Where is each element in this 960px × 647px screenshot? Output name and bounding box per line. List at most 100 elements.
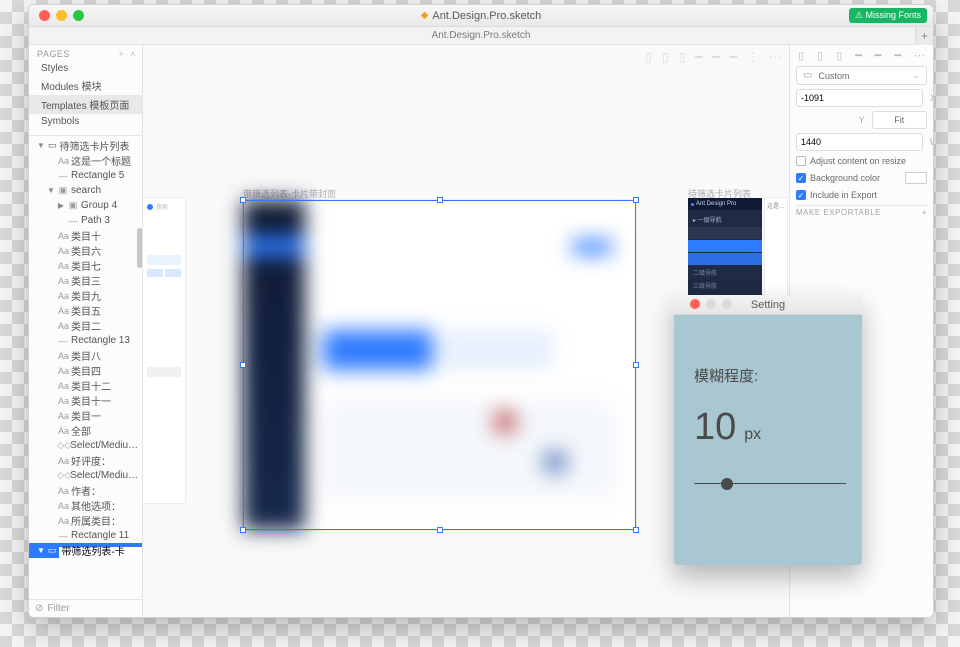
layer-label: Rectangle 5 [71, 170, 124, 181]
layer-row[interactable]: Aa类目二 [29, 318, 142, 333]
zoom-icon[interactable] [73, 10, 84, 21]
layer-row[interactable]: ▶▣Group 4 [29, 198, 142, 213]
layer-row[interactable]: ◇Select/Medium/… [29, 438, 142, 453]
layer-row[interactable]: Aa这是一个标题 [29, 153, 142, 168]
width-input[interactable] [796, 133, 923, 151]
align-bottom-icon[interactable]: ━ [730, 50, 737, 64]
layer-label: 其他选项： [71, 498, 121, 513]
layer-label: 所属类目： [71, 513, 121, 528]
align-right-icon[interactable]: ▯ [836, 49, 842, 62]
add-export-button[interactable]: + [922, 208, 927, 217]
layer-row[interactable]: ◇Select/Medium/… [29, 468, 142, 483]
layer-row[interactable]: ▼▣search [29, 183, 142, 198]
page-item[interactable]: Templates 模板页面 [29, 95, 142, 114]
checkbox-icon: ✓ [796, 173, 806, 183]
artboard-icon: ▭ [48, 140, 57, 151]
close-icon[interactable] [39, 10, 50, 21]
slider-knob[interactable] [721, 478, 733, 490]
background-color-checkbox[interactable]: ✓ Background color [796, 171, 927, 185]
resize-handle-bl[interactable] [240, 527, 246, 533]
layer-row[interactable]: Aa类目十 [29, 228, 142, 243]
align-top-icon[interactable]: ━ [695, 50, 702, 64]
page-item[interactable]: Modules 模块 [29, 76, 142, 95]
layer-row[interactable]: —Rectangle 11 [29, 528, 142, 543]
zoom-icon[interactable] [722, 299, 732, 309]
layer-row[interactable]: Aa好评度： [29, 453, 142, 468]
blur-value: 10 [694, 406, 736, 449]
layer-row[interactable]: Aa作者： [29, 483, 142, 498]
align-right-icon[interactable]: ▯ [679, 50, 686, 64]
layer-row[interactable]: Aa其他选项： [29, 498, 142, 513]
layer-label: 这是一个标题 [71, 153, 131, 168]
size-preset-select[interactable]: ▭ Custom ⌄ [796, 66, 927, 85]
layer-label: 好评度： [71, 453, 111, 468]
add-page-button[interactable]: + [118, 49, 124, 59]
layers-panel: ▼▭待筛选卡片列表Aa这是一个标题—Rectangle 5▼▣search▶▣G… [29, 138, 142, 599]
text-icon: Aa [58, 426, 68, 436]
disclosure-icon[interactable]: ▼ [47, 186, 55, 195]
layer-row[interactable]: Aa类目四 [29, 363, 142, 378]
distribute-v-icon[interactable]: ⋯ [769, 50, 781, 64]
resize-handle-br[interactable] [633, 527, 639, 533]
adjust-content-checkbox[interactable]: Adjust content on resize [796, 155, 927, 167]
layer-row[interactable]: Aa类目七 [29, 258, 142, 273]
layer-row[interactable]: Aa类目十二 [29, 378, 142, 393]
fit-button[interactable]: Fit [872, 111, 928, 129]
page-item[interactable]: Symbols [29, 114, 142, 129]
minimize-icon[interactable] [706, 299, 716, 309]
layer-row[interactable]: —Rectangle 5 [29, 168, 142, 183]
layer-row[interactable]: Aa所属类目： [29, 513, 142, 528]
align-left-icon[interactable]: ▯ [645, 50, 652, 64]
layer-row[interactable]: —Rectangle 13 [29, 333, 142, 348]
x-input[interactable] [796, 89, 923, 107]
layer-row[interactable]: Aa类目八 [29, 348, 142, 363]
align-hcenter-icon[interactable]: ▯ [817, 49, 823, 62]
artboard-thumb-left[interactable]: 搜索 [143, 198, 185, 503]
include-export-checkbox[interactable]: ✓ Include in Export [796, 189, 927, 201]
align-center-icon[interactable]: ▯ [662, 50, 669, 64]
artboard-label[interactable]: 带筛选列表-卡片带封面 [243, 187, 336, 200]
distribute-icon[interactable]: ⋯ [914, 49, 925, 62]
missing-fonts-badge[interactable]: ⚠ Missing Fonts [849, 8, 927, 23]
align-bottom-icon[interactable]: ━ [894, 49, 901, 62]
layer-row[interactable]: Aa类目十一 [29, 393, 142, 408]
resize-handle-tl[interactable] [240, 197, 246, 203]
layer-row[interactable]: Aa类目九 [29, 288, 142, 303]
layer-row[interactable]: —Path 3 [29, 213, 142, 228]
resize-handle-mr[interactable] [633, 362, 639, 368]
add-tab-button[interactable]: + [915, 27, 933, 45]
align-vcenter-icon[interactable]: ━ [875, 49, 882, 62]
minimize-icon[interactable] [56, 10, 67, 21]
resize-handle-tm[interactable] [437, 197, 443, 203]
page-item[interactable]: Styles [29, 61, 142, 76]
distribute-h-icon[interactable]: ⋮ [747, 50, 759, 64]
resize-handle-bm[interactable] [437, 527, 443, 533]
disclosure-icon[interactable]: ▼ [37, 141, 45, 150]
blur-slider[interactable] [694, 477, 846, 491]
filter-input[interactable]: Filter [47, 603, 69, 614]
disclosure-icon[interactable]: ▶ [57, 201, 65, 210]
layer-row[interactable]: Aa全部 [29, 423, 142, 438]
layer-label: 类目四 [71, 363, 101, 378]
align-left-icon[interactable]: ▯ [798, 49, 804, 62]
titlebar: ◆ Ant.Design.Pro.sketch ⚠ Missing Fonts [29, 5, 933, 27]
text-icon: Aa [58, 486, 68, 496]
layers-scrollbar[interactable] [137, 228, 142, 268]
x-label: X [926, 89, 933, 107]
align-top-icon[interactable]: ━ [855, 49, 862, 62]
checkbox-icon [796, 156, 806, 166]
background-swatch[interactable] [905, 172, 927, 184]
close-icon[interactable] [690, 299, 700, 309]
document-tab[interactable]: Ant.Design.Pro.sketch [432, 30, 531, 41]
layer-row[interactable]: Aa类目六 [29, 243, 142, 258]
layer-row[interactable]: ▼▭待筛选卡片列表 [29, 138, 142, 153]
collapse-pages-button[interactable]: ˄ [130, 49, 136, 59]
resize-handle-tr[interactable] [633, 197, 639, 203]
align-middle-icon[interactable]: ━ [713, 50, 720, 64]
layer-row[interactable]: ▼▭带筛选列表-卡片带封面 [29, 543, 142, 558]
layer-row[interactable]: Aa类目三 [29, 273, 142, 288]
resize-handle-ml[interactable] [240, 362, 246, 368]
disclosure-icon[interactable]: ▼ [37, 546, 45, 555]
layer-row[interactable]: Aa类目一 [29, 408, 142, 423]
layer-row[interactable]: Aa类目五 [29, 303, 142, 318]
